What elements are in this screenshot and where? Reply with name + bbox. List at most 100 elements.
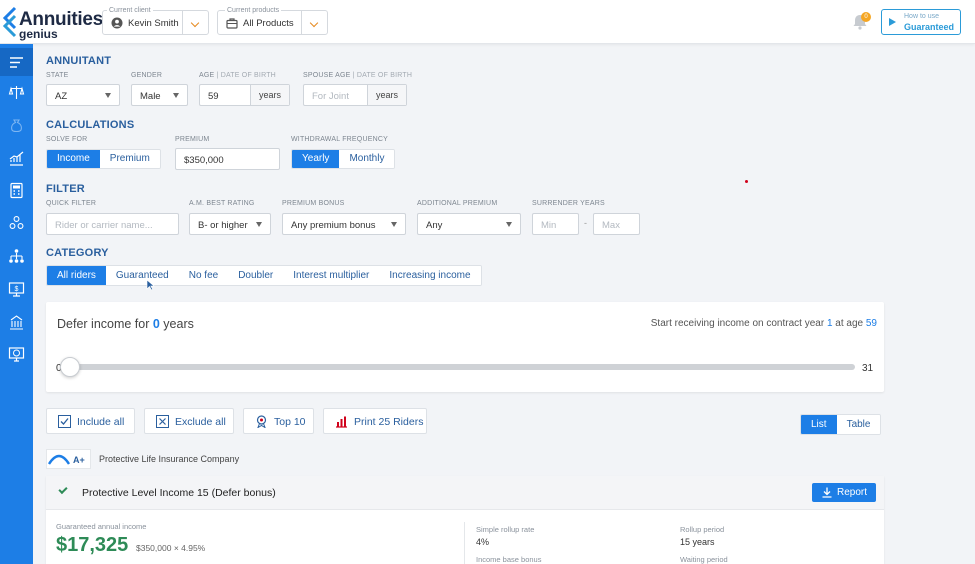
start-income-label: Start receiving income on contract year … <box>651 318 877 329</box>
hierarchy-icon <box>9 249 24 263</box>
quick-filter-input[interactable]: Rider or carrier name... <box>46 213 179 235</box>
spouse-caption-main: SPOUSE AGE <box>303 72 351 79</box>
solve-for-caption: SOLVE FOR <box>46 136 88 143</box>
premium-bonus-caption: PREMIUM BONUS <box>282 200 345 207</box>
money-bag-icon <box>11 119 22 133</box>
state-value: AZ <box>55 91 68 102</box>
stat-caption: Rollup period <box>680 525 725 534</box>
sidebar-item-building[interactable] <box>0 308 33 336</box>
product-title: Protective Level Income 15 (Defer bonus) <box>82 487 276 499</box>
category-section-title: CATEGORY <box>46 247 109 259</box>
tab-interest-multiplier[interactable]: Interest multiplier <box>283 266 380 285</box>
spouse-age-suffix: years <box>366 85 406 105</box>
age-input[interactable]: 59 years <box>199 84 290 106</box>
chevron-down-icon[interactable] <box>301 11 327 34</box>
include-all-button[interactable]: Include all <box>46 408 135 434</box>
check-icon[interactable] <box>58 484 68 495</box>
svg-text:$: $ <box>15 286 19 293</box>
top-10-button[interactable]: Top 10 <box>243 408 314 434</box>
product-card: Protective Level Income 15 (Defer bonus)… <box>46 476 884 564</box>
surrender-min-placeholder: Min <box>541 220 557 231</box>
chevron-down-icon[interactable] <box>182 11 208 34</box>
withdrawal-frequency-toggle: Yearly Monthly <box>291 149 396 169</box>
solve-income-button[interactable]: Income <box>47 150 100 168</box>
sidebar-item-money[interactable] <box>0 111 33 139</box>
print-riders-button[interactable]: Print 25 Riders <box>323 408 427 434</box>
gender-select[interactable]: Male <box>131 84 188 106</box>
surrender-min-input[interactable]: Min <box>532 213 579 235</box>
solve-premium-button[interactable]: Premium <box>99 150 160 168</box>
monitor-dollar-icon <box>8 347 25 362</box>
start-label-mid: at age <box>832 318 866 329</box>
am-best-rating-select[interactable]: B- or higher <box>189 213 271 235</box>
sidebar-item-menu[interactable] <box>0 48 33 76</box>
tab-guaranteed[interactable]: Guaranteed <box>105 266 179 285</box>
company-name: Protective Life Insurance Company <box>99 454 240 464</box>
protective-logo: A+ <box>46 449 91 469</box>
how-to-use-label: How to use <box>904 13 940 20</box>
view-table-button[interactable]: Table <box>836 415 881 434</box>
spouse-age-input[interactable]: For Joint years <box>303 84 407 106</box>
exclude-all-button[interactable]: Exclude all <box>144 408 234 434</box>
chart-growth-icon <box>9 151 24 166</box>
include-all-label: Include all <box>77 416 125 428</box>
premium-input[interactable]: $350,000 <box>175 148 280 170</box>
logo-chevron-icon <box>2 6 17 38</box>
age-value: 59 <box>208 91 219 102</box>
guaranteed-income-value: $17,325 <box>56 534 129 556</box>
view-toggle: List Table <box>800 414 882 435</box>
how-to-use-button[interactable]: How to use Guaranteed <box>881 9 961 35</box>
sidebar-item-growth[interactable] <box>0 144 33 172</box>
am-best-rating-value: B- or higher <box>198 220 248 231</box>
award-ribbon-icon <box>256 415 267 428</box>
current-client-value: Kevin Smith <box>128 18 179 29</box>
state-select[interactable]: AZ <box>46 84 120 106</box>
view-list-button[interactable]: List <box>801 415 837 434</box>
exclude-all-label: Exclude all <box>175 416 226 428</box>
sidebar-item-compare[interactable] <box>0 78 33 106</box>
current-client-caption: Current client <box>107 7 153 14</box>
surrender-max-input[interactable]: Max <box>593 213 640 235</box>
tab-all-riders[interactable]: All riders <box>47 266 106 285</box>
age-caption: AGE | DATE OF BIRTH <box>199 72 276 79</box>
caret-down-icon <box>105 93 111 98</box>
annuities-genius-logo[interactable]: Annuities genius <box>2 6 103 41</box>
quick-filter-caption: QUICK FILTER <box>46 200 97 207</box>
stat-caption: Waiting period <box>680 555 728 564</box>
defer-label-suffix: years <box>159 317 194 331</box>
sidebar-item-hierarchy[interactable] <box>0 242 33 270</box>
scale-icon <box>8 86 25 99</box>
defer-slider-track[interactable] <box>64 364 855 370</box>
spouse-caption-dim: | DATE OF BIRTH <box>350 72 413 79</box>
stat-value: 15 years <box>680 537 715 547</box>
sidebar-item-calculator[interactable] <box>0 176 33 204</box>
defer-slider-handle[interactable] <box>60 357 80 377</box>
additional-premium-select[interactable]: Any <box>417 213 521 235</box>
annuitant-section-title: ANNUITANT <box>46 55 112 67</box>
caret-down-icon <box>173 93 179 98</box>
premium-bonus-select[interactable]: Any premium bonus <box>282 213 406 235</box>
sidebar-item-monitor[interactable] <box>0 340 33 368</box>
top-10-label: Top 10 <box>274 416 306 428</box>
premium-value: $350,000 <box>184 155 224 166</box>
caret-down-icon <box>256 222 262 227</box>
stat-caption: Income base bonus <box>476 555 542 564</box>
spouse-age-placeholder: For Joint <box>312 91 349 102</box>
sidebar-item-presentation[interactable]: $ <box>0 275 33 303</box>
tab-no-fee[interactable]: No fee <box>178 266 229 285</box>
quick-filter-placeholder: Rider or carrier name... <box>55 220 153 231</box>
withdrawal-monthly-button[interactable]: Monthly <box>339 150 395 168</box>
report-button[interactable]: Report <box>812 483 876 502</box>
sidebar-item-blocks[interactable] <box>0 209 33 237</box>
caret-down-icon <box>391 222 397 227</box>
tab-increasing-income[interactable]: Increasing income <box>379 266 481 285</box>
stat-value: 4% <box>476 537 490 547</box>
withdrawal-yearly-button[interactable]: Yearly <box>292 150 340 168</box>
defer-label-prefix: Defer income for <box>57 317 153 331</box>
additional-premium-caption: ADDITIONAL PREMIUM <box>417 200 498 207</box>
presentation-icon: $ <box>8 282 25 297</box>
tab-doubler[interactable]: Doubler <box>228 266 284 285</box>
solve-for-toggle: Income Premium <box>46 149 161 169</box>
guaranteed-income-formula: $350,000 × 4.95% <box>136 543 206 553</box>
gender-caption: GENDER <box>131 72 163 79</box>
